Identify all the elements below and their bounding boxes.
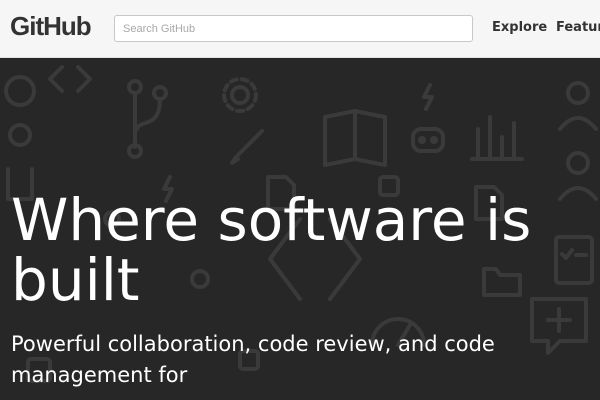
bot-icon (411, 127, 445, 153)
hero-subheadline: Powerful collaboration, code review, and… (11, 332, 495, 387)
chart-icon (470, 115, 524, 161)
nav-features[interactable]: Features (556, 20, 600, 35)
users-icon (558, 81, 598, 201)
hero-headline: Where software is built (11, 186, 532, 314)
pencil-icon (230, 129, 264, 165)
search-input[interactable] (115, 16, 472, 41)
nav-explore[interactable]: Explore (492, 20, 547, 35)
gear-icon (222, 77, 258, 113)
book-icon (323, 109, 387, 167)
search-box[interactable] (114, 15, 473, 42)
hero-section: Where software is built Powerful collabo… (0, 59, 600, 400)
lightning-icon (162, 83, 434, 203)
branch-icon (127, 79, 168, 159)
octocat-icon (4, 75, 36, 201)
github-logo[interactable]: GitHub (10, 11, 92, 42)
code-icon (48, 65, 92, 93)
site-header: GitHub Explore Features (0, 0, 600, 58)
